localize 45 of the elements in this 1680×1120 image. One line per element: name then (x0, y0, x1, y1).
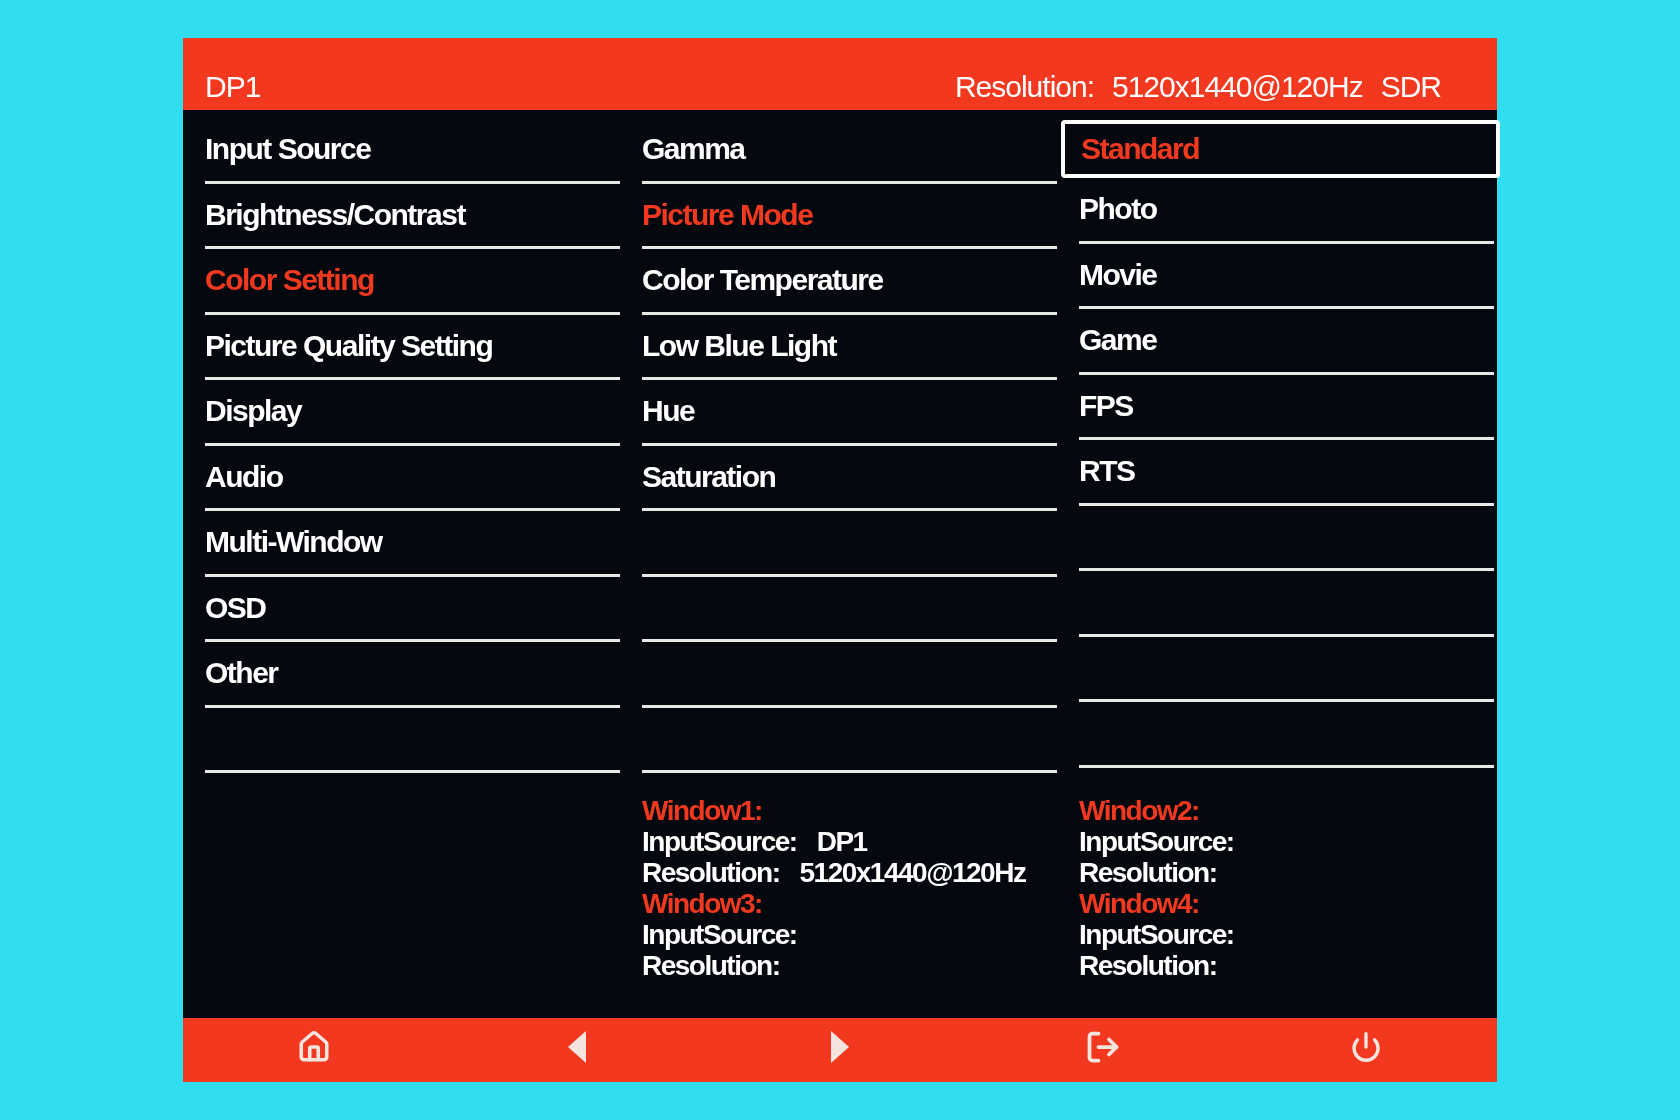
window-info-line: Resolution: (1079, 950, 1218, 981)
window-title: Window2: (1079, 795, 1200, 826)
window-title: Window4: (1079, 888, 1200, 919)
menu-item[interactable]: Movie (1079, 257, 1157, 292)
menu-item[interactable]: Input Source (205, 132, 371, 167)
window-info-line: Resolution: (1079, 857, 1218, 888)
menu-item[interactable]: Picture Mode (642, 197, 813, 232)
menu-item[interactable]: Game (1079, 323, 1157, 358)
menu-item[interactable]: Picture Quality Setting (205, 328, 493, 363)
power-icon (1349, 1031, 1382, 1063)
menu-item[interactable]: Other (205, 656, 278, 691)
resolution-label: Resolution: (954, 70, 1094, 104)
right-triangle-icon (829, 1030, 851, 1064)
left-triangle-icon (566, 1030, 589, 1064)
dynamic-range-label: SDR (1380, 70, 1441, 104)
input-source-label: DP1 (205, 70, 261, 104)
menu-item[interactable]: Low Blue Light (642, 328, 836, 363)
home-button[interactable] (297, 1030, 332, 1064)
window-info-line: Resolution: 5120x1440@120Hz (642, 857, 1027, 888)
menu-item[interactable]: RTS (1079, 454, 1135, 489)
menu-item[interactable]: FPS (1079, 388, 1133, 423)
left-button[interactable] (566, 1030, 589, 1064)
window-info-line: InputSource: (642, 919, 798, 950)
window-info-line: InputSource: DP1 (642, 826, 869, 857)
power-button[interactable] (1349, 1031, 1382, 1063)
menu-item[interactable]: Color Setting (205, 263, 374, 298)
menu-item[interactable]: Gamma (642, 132, 745, 167)
menu-item[interactable]: Multi-Window (205, 525, 382, 560)
menu-item[interactable]: Brightness/Contrast (205, 197, 465, 232)
window-info-line: InputSource: (1079, 826, 1235, 857)
menu-item[interactable]: OSD (205, 590, 266, 625)
window-info-line: Resolution: (642, 950, 781, 981)
resolution-value: 5120x1440@120Hz (1112, 70, 1363, 104)
menu-item[interactable]: Display (205, 394, 302, 429)
window-title: Window3: (642, 888, 763, 919)
menu-item[interactable]: Color Temperature (642, 263, 883, 298)
menu-item[interactable]: Saturation (642, 459, 776, 494)
menu-option[interactable]: Standard (1061, 120, 1500, 178)
home-icon (297, 1030, 332, 1064)
window-info-line: InputSource: (1079, 919, 1235, 950)
window-title: Window1: (642, 795, 763, 826)
menu-item[interactable]: Hue (642, 394, 695, 429)
menu-item[interactable]: Photo (1079, 192, 1157, 227)
right-button[interactable] (829, 1030, 851, 1064)
menu-item[interactable]: Audio (205, 459, 283, 494)
